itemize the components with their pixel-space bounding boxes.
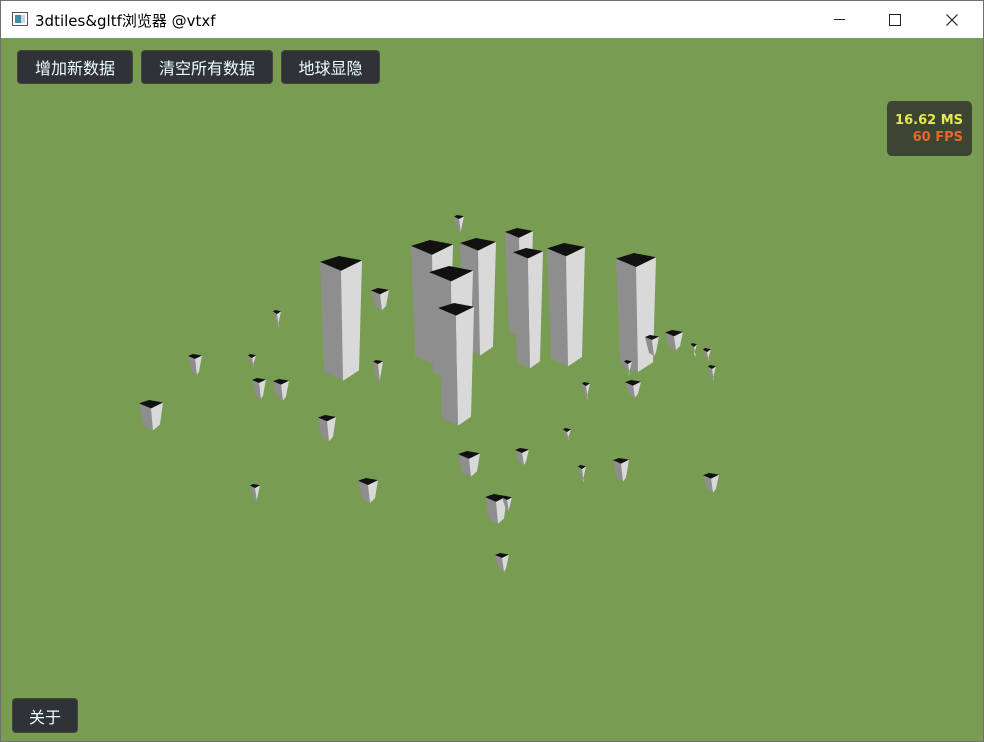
3d-viewer-canvas[interactable]: 增加新数据 清空所有数据 地球显隐 16.62 MS 60 FPS 关于 [1,38,983,741]
building-model[interactable] [273,310,281,328]
building-model[interactable] [373,360,383,382]
building-model[interactable] [563,428,571,441]
close-button[interactable] [929,1,975,38]
minimize-icon [833,19,845,20]
building-model[interactable] [318,415,336,442]
building-model[interactable] [358,478,378,503]
maximize-icon [889,13,901,26]
app-window: 3dtiles&gltf浏览器 @vtxf 增加新数据 清空所有数据 地球显隐 … [0,0,984,742]
app-icon [12,12,28,26]
building-model[interactable] [547,243,585,367]
building-model[interactable] [250,484,260,502]
building-model[interactable] [665,330,683,351]
fps-text: 60 FPS [912,130,963,145]
building-model[interactable] [252,378,266,399]
building-model[interactable] [454,215,464,233]
building-scene[interactable] [1,38,983,741]
performance-display: 16.62 MS 60 FPS [887,101,972,156]
building-model[interactable] [139,400,163,431]
minimize-button[interactable] [816,1,862,38]
maximize-button[interactable] [872,1,918,38]
building-model[interactable] [248,354,256,368]
building-model[interactable] [495,553,509,572]
add-data-button[interactable]: 增加新数据 [17,50,133,84]
building-model[interactable] [691,343,697,357]
building-model[interactable] [188,354,202,375]
building-model[interactable] [703,473,719,493]
building-model[interactable] [613,458,629,482]
building-model[interactable] [438,303,474,426]
building-model[interactable] [320,256,362,381]
building-model[interactable] [582,382,590,400]
close-icon [946,13,958,26]
clear-data-button[interactable]: 清空所有数据 [141,50,273,84]
about-button[interactable]: 关于 [12,698,78,733]
building-model[interactable] [578,465,586,483]
building-model[interactable] [708,365,716,381]
building-model[interactable] [703,348,711,362]
toggle-globe-button[interactable]: 地球显隐 [281,50,380,84]
building-model[interactable] [616,253,656,372]
frame-time-text: 16.62 MS [895,113,963,128]
title-bar[interactable]: 3dtiles&gltf浏览器 @vtxf [1,1,983,38]
building-model[interactable] [625,380,641,398]
window-title: 3dtiles&gltf浏览器 @vtxf [35,12,216,30]
building-model[interactable] [513,248,543,369]
building-model[interactable] [273,379,289,401]
building-model[interactable] [371,288,389,311]
building-model[interactable] [515,448,529,465]
building-model[interactable] [458,451,480,477]
